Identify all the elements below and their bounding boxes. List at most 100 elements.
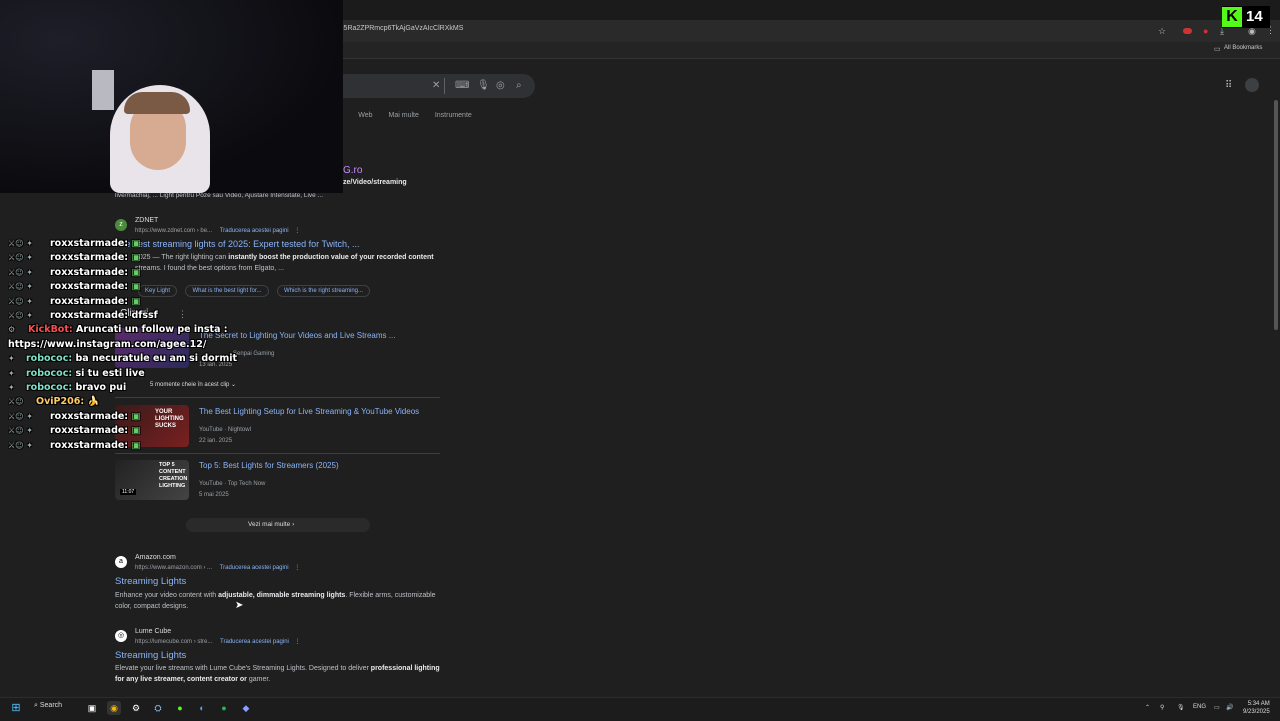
video-source: YouTube · Top Tech Now: [199, 481, 266, 487]
more-options-icon[interactable]: ⋮: [295, 639, 301, 645]
emote-icon: ▣: [131, 295, 141, 307]
chat-message: ✦ robococ: bravo pui: [8, 382, 127, 394]
kick-viewer-widget: K 14: [1222, 6, 1270, 28]
taskbar-search[interactable]: ⌕ Search: [34, 702, 62, 710]
scrollbar-thumb[interactable]: [1274, 100, 1278, 330]
keyboard-icon[interactable]: ⌨: [455, 80, 469, 91]
apps-grid-icon[interactable]: ⠿: [1225, 80, 1232, 91]
more-options-icon[interactable]: ⋮: [294, 565, 300, 571]
windows-start-icon[interactable]: ⊞: [9, 701, 23, 715]
extension-icon[interactable]: [1183, 28, 1192, 34]
emote-icon: ▣: [131, 266, 141, 278]
discord-icon[interactable]: ◆: [239, 701, 253, 715]
chevron-up-icon[interactable]: ⌃: [1145, 704, 1150, 711]
lumecube-favicon-icon: ◎: [115, 630, 127, 642]
result-snippet-amazon: Enhance your video content with adjustab…: [115, 592, 436, 610]
chat-message: ⚙ KickBot: Aruncati un follow pe insta :: [8, 324, 228, 336]
chat-message: ⚔☺ ✦ roxxstarmade: ▣: [8, 252, 141, 264]
chip-right-streaming[interactable]: Which is the right streaming...: [276, 285, 371, 297]
result-site: Amazon.com: [135, 554, 176, 561]
result-url: https://www.amazon.com › ... Traducerea …: [135, 564, 300, 571]
address-bar[interactable]: i5Ra2ZPRmcp6TkAjGaVzAIcClRXkMS: [342, 25, 463, 32]
result-title[interactable]: G.ro: [343, 165, 362, 176]
result-snippet-lumecube: Elevate your live streams with Lume Cube…: [115, 665, 440, 683]
video-title[interactable]: Top 5: Best Lights for Streamers (2025): [199, 461, 339, 470]
chat-message: ⚔☺ ✦ roxxstarmade: ▣: [8, 410, 141, 422]
monitor-icon[interactable]: ▭: [1214, 704, 1220, 711]
emote-icon: ▣: [131, 425, 141, 437]
chat-message: ✦ robococ: ba necuratule eu am si dormit: [8, 353, 238, 365]
translate-link[interactable]: Traducerea acestei pagini: [220, 565, 289, 571]
app-icon[interactable]: ◐: [195, 701, 209, 715]
tab-more[interactable]: Mai multe: [389, 112, 419, 119]
chat-message: ⚔☺ ✦ roxxstarmade: ▣: [8, 281, 141, 293]
chat-message: ⚔☺ ✦ roxxstarmade: ▣: [8, 439, 141, 451]
star-bookmark-icon[interactable]: ☆: [1158, 26, 1166, 37]
search-icon: ⌕: [34, 702, 38, 709]
clock[interactable]: 5:34 AM 9/23/2025: [1243, 700, 1270, 716]
stream-chat: ⚔☺ ✦ roxxstarmade: ▣ ⚔☺ ✦ roxxstarmade: ▣ …: [8, 237, 237, 453]
task-view-icon[interactable]: ▣: [85, 701, 99, 715]
volume-icon[interactable]: 🔊: [1226, 704, 1233, 711]
taskbar: [0, 697, 1280, 721]
result-url-text: https://www.amazon.com › ...: [135, 565, 213, 571]
video-duration: 11:07: [120, 489, 137, 495]
thumbnail-text: TOP 5 CONTENT CREATION LIGHTING: [159, 462, 188, 489]
chat-message: ⚔☺ ✦ roxxstarmade: ▣: [8, 295, 141, 307]
translate-link[interactable]: Traducerea acestei pagini: [220, 228, 289, 234]
kick-logo-icon: K: [1222, 7, 1242, 27]
divider: [115, 453, 440, 454]
microphone-icon[interactable]: 🎙: [477, 80, 490, 91]
chat-message: ⚔☺ OviP206: 🍌: [8, 396, 100, 408]
result-title-lumecube[interactable]: Streaming Lights: [115, 650, 186, 661]
translate-link[interactable]: Traducerea acestei pagini: [220, 639, 289, 645]
search-icon[interactable]: ⌕: [516, 80, 522, 91]
extension-icon[interactable]: ●: [1203, 26, 1208, 36]
video-date: 5 mai 2025: [199, 492, 229, 498]
webcam-background-object: [92, 70, 114, 110]
chat-message: ✦ robococ: si tu esti live: [8, 367, 145, 379]
result-title-amazon[interactable]: Streaming Lights: [115, 576, 186, 587]
tab-web[interactable]: Web: [358, 112, 372, 119]
result-site: Lume Cube: [135, 628, 172, 635]
chat-message: ⚔☺ ✦ roxxstarmade: ▣: [8, 425, 141, 437]
emote-icon: ▣: [131, 281, 141, 293]
video-thumbnail[interactable]: TOP 5 CONTENT CREATION LIGHTING 11:07: [115, 460, 189, 500]
zdnet-favicon-icon: z: [115, 219, 127, 231]
tab-tools[interactable]: Instrumente: [435, 112, 472, 119]
divider: [444, 78, 445, 94]
emote-icon: ▣: [131, 410, 141, 422]
chat-message: ⚔☺ ✦ roxxstarmade: dfssf: [8, 310, 158, 322]
result-site: ZDNET: [135, 217, 159, 224]
network-icon[interactable]: ⚲: [1160, 704, 1164, 711]
chat-badges: ⚔☺ ✦: [8, 239, 33, 248]
language-indicator[interactable]: ENG: [1193, 704, 1206, 710]
more-options-icon[interactable]: ⋮: [294, 228, 300, 234]
mouse-cursor-icon: ➤: [235, 600, 244, 611]
clear-icon[interactable]: ✕: [432, 80, 440, 91]
kick-app-icon[interactable]: ●: [173, 701, 187, 715]
emote-icon: ▣: [131, 238, 141, 249]
see-more-label[interactable]: Vezi mai multe ›: [248, 521, 294, 528]
camera-icon[interactable]: ◎: [496, 80, 505, 91]
steam-icon[interactable]: ⛭: [151, 701, 165, 715]
chat-message: ⚔☺ ✦ roxxstarmade: ▣: [8, 266, 141, 278]
result-url: https://www.zdnet.com › be... Traducerea…: [135, 227, 300, 234]
emote-icon: ▣: [131, 439, 141, 451]
emote-icon: ▣: [131, 252, 141, 264]
amazon-favicon-icon: a: [115, 556, 127, 568]
chat-message: ⚔☺ ✦ roxxstarmade: ▣: [8, 237, 237, 251]
chrome-icon[interactable]: ◉: [107, 701, 121, 715]
all-bookmarks[interactable]: All Bookmarks: [1224, 45, 1262, 51]
spotify-icon[interactable]: ●: [217, 701, 231, 715]
chat-message: https://www.instagram.com/agee.12/: [8, 338, 207, 350]
streamer-hair: [124, 92, 190, 114]
app-icon[interactable]: ⚙: [129, 701, 143, 715]
result-url-text: https://www.zdnet.com › be...: [135, 228, 213, 234]
avatar[interactable]: [1245, 78, 1259, 92]
webcam-overlay: [0, 0, 343, 193]
microphone-icon[interactable]: 🎙: [1177, 704, 1185, 711]
search-tabs: · Web Mai multe Instrumente: [340, 112, 486, 119]
result-url: https://lumecube.com › stre... Traducere…: [135, 638, 301, 645]
result-path: ze/Video/streaming: [343, 179, 407, 186]
